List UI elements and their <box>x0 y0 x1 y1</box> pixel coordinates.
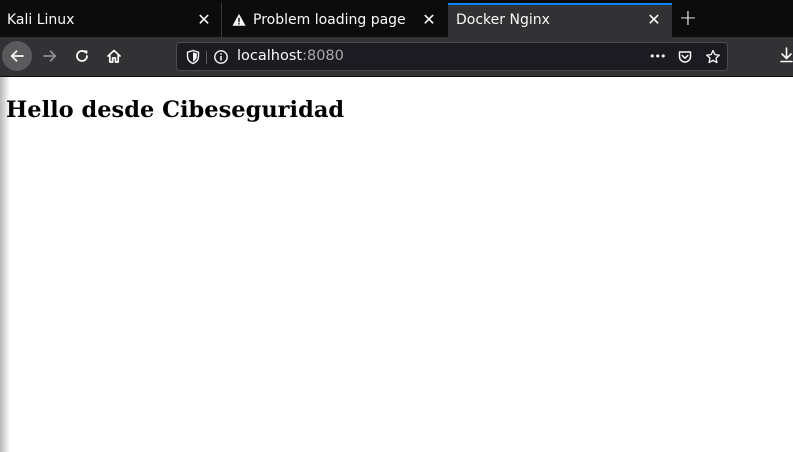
reload-icon <box>76 50 88 62</box>
bookmark-star-icon[interactable] <box>705 49 721 65</box>
url-host: localhost <box>237 48 303 64</box>
tab-title: Docker Nginx <box>456 12 550 28</box>
site-info-icon[interactable] <box>213 49 229 65</box>
close-tab-icon[interactable]: ✕ <box>645 5 663 35</box>
tab-problem-loading-page[interactable]: Problem loading page ✕ <box>223 3 448 37</box>
pocket-icon[interactable] <box>677 49 693 65</box>
navigation-toolbar: localhost:8080 ••• <box>0 37 793 77</box>
home-button[interactable] <box>99 41 129 71</box>
page-heading: Hello desde Cibeseguridad <box>6 97 345 123</box>
back-arrow-icon <box>10 50 24 62</box>
url-port: :8080 <box>302 48 344 64</box>
reload-button[interactable] <box>67 41 97 71</box>
page-actions-icon[interactable]: ••• <box>649 43 666 70</box>
close-tab-icon[interactable]: ✕ <box>420 3 438 37</box>
tab-kali-linux[interactable]: Kali Linux ✕ <box>0 3 222 37</box>
forward-button[interactable] <box>35 41 65 71</box>
page-viewport: Hello desde Cibeseguridad <box>0 77 793 452</box>
forward-arrow-icon <box>43 50 57 62</box>
warning-icon <box>232 13 246 26</box>
back-button[interactable] <box>2 41 32 71</box>
tab-title: Kali Linux <box>7 12 75 28</box>
close-tab-icon[interactable]: ✕ <box>195 3 213 37</box>
tab-strip: Kali Linux ✕ Problem loading page ✕ Dock… <box>0 0 793 37</box>
url-bar-divider <box>206 51 207 64</box>
tab-title: Problem loading page <box>253 12 406 28</box>
home-icon <box>107 49 121 63</box>
window-edge-shadow <box>0 77 10 452</box>
url-bar[interactable]: localhost:8080 ••• <box>176 42 728 71</box>
download-icon[interactable] <box>780 47 793 63</box>
tab-docker-nginx[interactable]: Docker Nginx ✕ <box>448 3 672 37</box>
new-tab-button[interactable]: + <box>675 3 701 35</box>
tracking-protection-shield-icon[interactable] <box>185 49 201 65</box>
url-text[interactable]: localhost:8080 <box>237 43 344 70</box>
